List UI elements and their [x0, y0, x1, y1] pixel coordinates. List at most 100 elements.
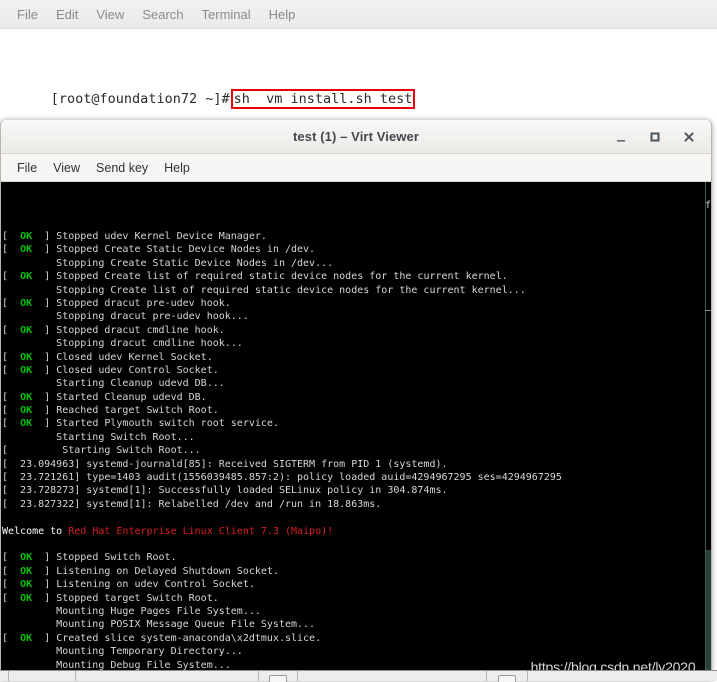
- edge-glyph-dash: –: [704, 305, 711, 316]
- console-bracket-open: [: [2, 565, 21, 577]
- console-line-pending: Mounting Huge Pages File System...: [2, 605, 261, 617]
- console-status-ok: OK: [20, 364, 33, 376]
- taskbar-window-button-2[interactable]: [487, 671, 528, 682]
- console-line-pending: Stopping dracut cmdline hook...: [2, 338, 243, 350]
- console-status-ok: OK: [20, 297, 33, 309]
- console-line: [ OK ] Stopped dracut cmdline hook.: [2, 324, 711, 337]
- taskbar-cell-1[interactable]: [0, 671, 9, 681]
- console-line-pending: Stopping dracut pre-udev hook...: [2, 311, 249, 323]
- console-line-text: ] Stopped udev Kernel Device Manager.: [32, 231, 267, 242]
- terminal-menu-edit[interactable]: Edit: [47, 5, 87, 24]
- taskbar-cell-5[interactable]: [528, 671, 717, 681]
- virt-menu-view[interactable]: View: [45, 159, 88, 177]
- console-bracket-open: [: [2, 271, 21, 283]
- console-status-ok: OK: [20, 324, 33, 336]
- taskbar-cell-3[interactable]: [76, 671, 259, 681]
- maximize-icon[interactable]: [647, 129, 663, 145]
- console-bracket-open: [: [2, 418, 21, 430]
- console-right-border-lower: [706, 550, 711, 680]
- console-status-ok: OK: [20, 351, 33, 363]
- console-line-text: ] Listening on Delayed Shutdown Socket.: [32, 565, 279, 577]
- console-status-ok: OK: [20, 231, 33, 242]
- console-bracket-open: [: [2, 552, 21, 564]
- console-status-ok: OK: [20, 271, 33, 283]
- console-line: [ OK ] Closed udev Control Socket.: [2, 364, 711, 377]
- console-bracket-open: [: [2, 391, 21, 403]
- console-line-text: ] Started Plymouth switch root service.: [32, 418, 279, 430]
- console-bracket-open: [: [2, 405, 21, 417]
- console-bracket-open: [: [2, 364, 21, 376]
- console-kernel-line: [ 23.094963] systemd-journald[85]: Recei…: [2, 458, 448, 470]
- console-distro-name: Red Hat Enterprise Linux Client 7.3 (Mai…: [68, 525, 328, 537]
- console-line: [ OK ] Stopped Create list of required s…: [2, 270, 711, 283]
- console-kernel-line: [ 23.721261] type=1403 audit(1556039485.…: [2, 472, 562, 484]
- terminal-menu-search[interactable]: Search: [133, 5, 192, 24]
- terminal-menu-view[interactable]: View: [87, 5, 133, 24]
- virt-menu-file[interactable]: File: [9, 159, 45, 177]
- console-line-text: ] Started Cleanup udevd DB.: [32, 391, 207, 403]
- console-status-ok: OK: [20, 418, 33, 430]
- console-line: [ OK ] Listening on udev Control Socket.: [2, 578, 711, 591]
- console-status-ok: OK: [20, 592, 33, 604]
- console-line: [ OK ] Created slice system-anaconda\x2d…: [2, 632, 711, 645]
- console-status-ok: OK: [20, 579, 33, 591]
- window-controls: [613, 120, 703, 153]
- desktop-taskbar[interactable]: [0, 670, 717, 682]
- console-line-text: ] Stopped Switch Root.: [32, 552, 177, 564]
- console-line-text: ] Closed udev Kernel Socket.: [32, 351, 213, 363]
- console-welcome-prefix: Welcome to: [2, 525, 69, 537]
- console-line-pending: Starting Switch Root...: [2, 431, 195, 443]
- console-bracket-open: [: [2, 579, 21, 591]
- console-line: [ OK ] Started Cleanup udevd DB.: [2, 391, 711, 404]
- console-line-text: ] Stopped dracut pre-udev hook.: [32, 297, 231, 309]
- console-line-pending: Mounting Temporary Directory...: [2, 646, 243, 658]
- console-bracket-open: [: [2, 231, 21, 242]
- console-line: [ OK ] Stopped Create Static Device Node…: [2, 243, 711, 256]
- console-line: [ OK ] Listening on Delayed Shutdown Soc…: [2, 565, 711, 578]
- console-line-pending: Mounting POSIX Message Queue File System…: [2, 619, 316, 631]
- console-line: [ OK ] Reached target Switch Root.: [2, 404, 711, 417]
- console-line-pending: Starting Cleanup udevd DB...: [2, 378, 225, 390]
- edge-glyph-f: f: [704, 200, 711, 211]
- virt-viewer-title: test (1) – Virt Viewer: [293, 129, 419, 144]
- console-status-ok: OK: [20, 552, 33, 564]
- terminal-menu-help[interactable]: Help: [260, 5, 305, 24]
- console-bracket-open: [: [2, 244, 21, 256]
- console-line: [ OK ] Stopped Switch Root.: [2, 551, 711, 564]
- terminal-command-highlight: sh vm install.sh test: [230, 89, 416, 109]
- console-line-text: ] Stopped target Switch Root.: [32, 592, 219, 604]
- terminal-prompt-line: [root@foundation72 ~]# sh vm install.sh t…: [2, 71, 717, 109]
- taskbar-cell-2[interactable]: [9, 671, 76, 681]
- console-status-ok: OK: [20, 405, 33, 417]
- console-line: [ OK ] Stopped udev Kernel Device Manage…: [2, 230, 711, 243]
- console-kernel-line: [ 23.827322] systemd[1]: Relabelled /dev…: [2, 498, 382, 510]
- virt-viewer-titlebar[interactable]: test (1) – Virt Viewer: [1, 120, 711, 154]
- minimize-icon[interactable]: [613, 129, 629, 145]
- virt-menu-help[interactable]: Help: [156, 159, 198, 177]
- terminal-menubar: File Edit View Search Terminal Help: [0, 0, 717, 29]
- console-bracket-open: [: [2, 592, 21, 604]
- console-line: Welcome to Red Hat Enterprise Linux Clie…: [2, 525, 711, 538]
- console-line-list: [ OK ] Stopped udev Kernel Device Manage…: [2, 230, 711, 680]
- console-line-text: ] Stopped Create list of required static…: [32, 271, 508, 283]
- taskbar-cell-4[interactable]: [298, 671, 487, 681]
- console-status-ok: OK: [20, 565, 33, 577]
- close-icon[interactable]: [681, 129, 697, 145]
- console-status-ok: OK: [20, 391, 33, 403]
- console-bracket-open: [: [2, 351, 21, 363]
- virt-menu-send-key[interactable]: Send key: [88, 159, 156, 177]
- console-line-pending: Stopping Create list of required static …: [2, 284, 526, 296]
- console-line: [ OK ] Started Plymouth switch root serv…: [2, 417, 711, 430]
- virt-viewer-window[interactable]: test (1) – Virt Viewer File View Send ke…: [0, 120, 712, 681]
- terminal-menu-terminal[interactable]: Terminal: [193, 5, 260, 24]
- console-line-text: ] Closed udev Control Socket.: [32, 364, 219, 376]
- terminal-menu-file[interactable]: File: [8, 5, 47, 24]
- terminal-prompt: [root@foundation72 ~]#: [50, 91, 230, 107]
- console-line: [ OK ] Stopped dracut pre-udev hook.: [2, 297, 711, 310]
- taskbar-window-button-1[interactable]: [259, 671, 298, 682]
- console-bracket-open: [: [2, 632, 21, 644]
- console-status-ok: OK: [20, 244, 33, 256]
- vm-console-display[interactable]: f – [ OK ] Stopped udev Kernel Device Ma…: [1, 182, 711, 680]
